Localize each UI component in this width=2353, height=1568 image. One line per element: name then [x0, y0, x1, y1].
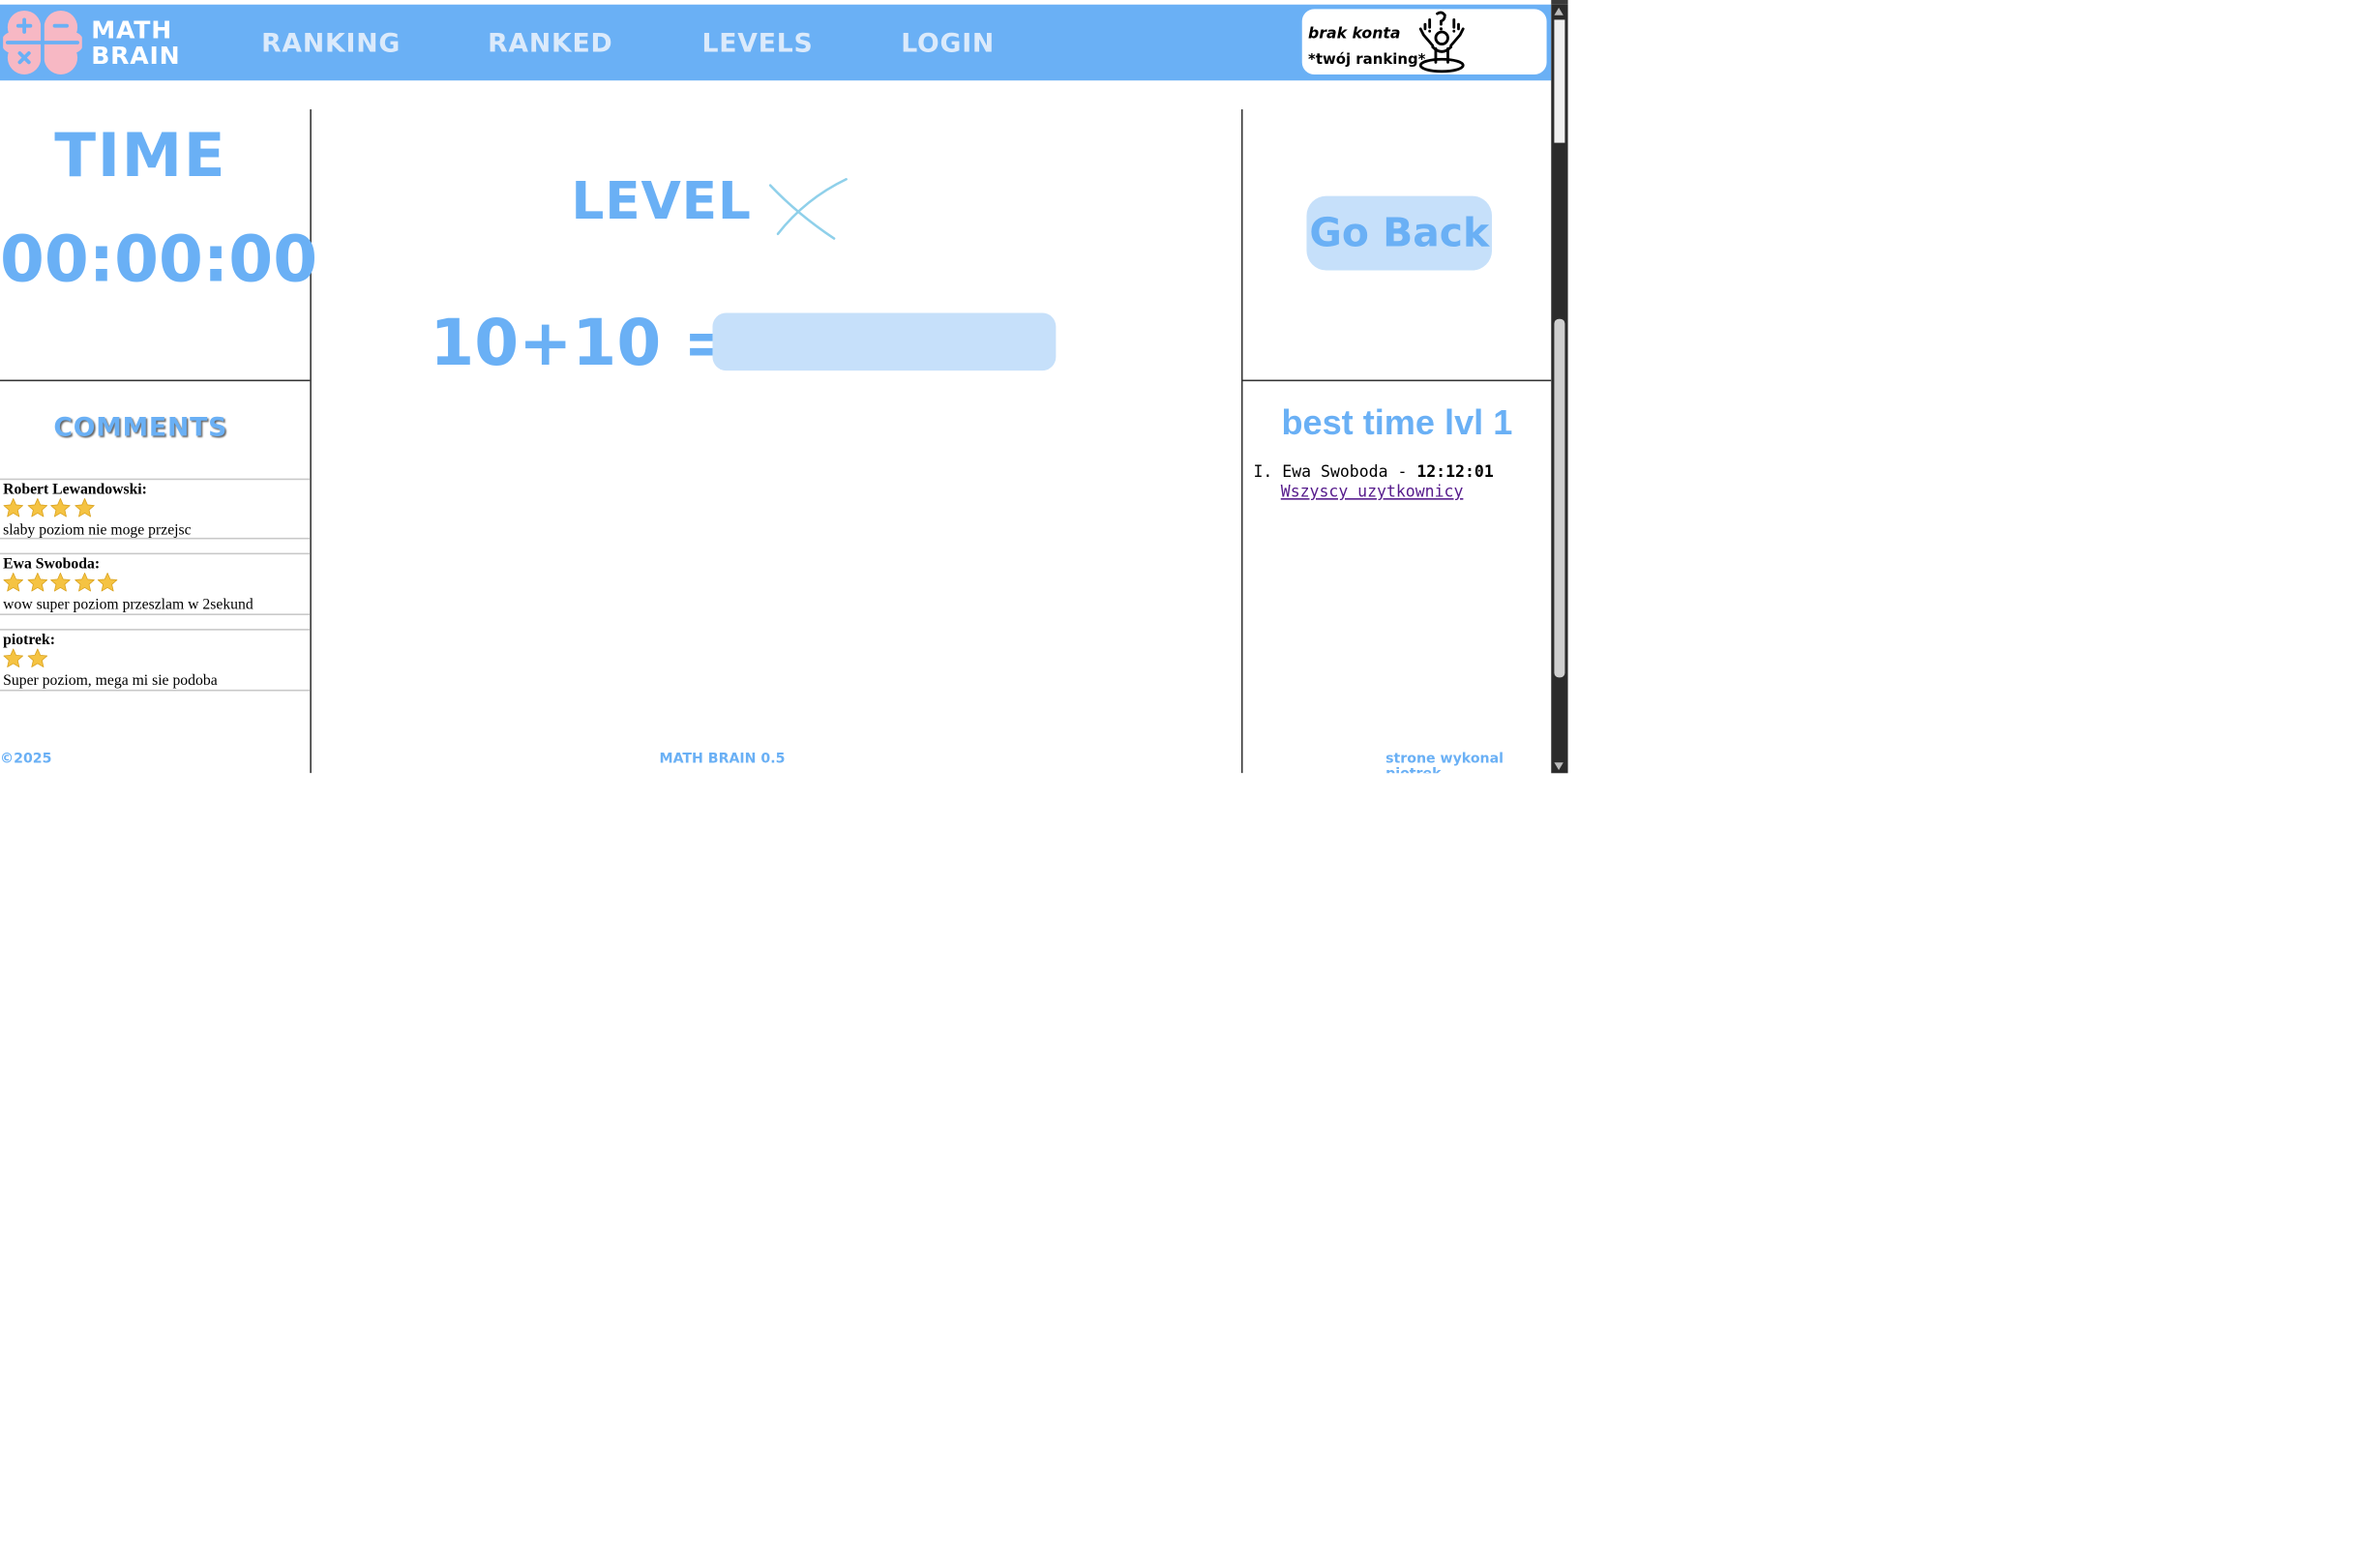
- comment-author: Robert Lewandowski:: [3, 481, 147, 499]
- equation-text: 10+10 =: [430, 305, 737, 380]
- account-status: brak konta: [1308, 25, 1401, 43]
- confused-person-icon: [1418, 11, 1465, 74]
- star-icon: [97, 573, 118, 592]
- navbar: MATH BRAIN RANKING RANKED LEVELS LOGIN b…: [0, 4, 1552, 81]
- answer-input[interactable]: [712, 312, 1057, 371]
- account-ranking-label: *twój ranking*: [1308, 51, 1426, 69]
- comment-item: piotrek: Super poziom, mega mi sie podob…: [0, 629, 311, 692]
- scrollbar-thumb[interactable]: [1554, 318, 1565, 678]
- comments-title: COMMENTS: [53, 413, 228, 444]
- footer-author: strone wykonal piotrek: [1385, 752, 1504, 773]
- page-viewport: MATH BRAIN RANKING RANKED LEVELS LOGIN b…: [0, 0, 1552, 774]
- nav-login[interactable]: LOGIN: [901, 29, 995, 59]
- rank-user: Ewa Swoboda: [1282, 462, 1388, 482]
- best-time-title: best time lvl 1: [1281, 402, 1513, 442]
- scroll-down-icon[interactable]: [1554, 762, 1564, 771]
- star-icon: [3, 573, 23, 592]
- logo-line-2: BRAIN: [91, 41, 181, 71]
- star-icon: [50, 573, 71, 592]
- star-icon: [3, 498, 23, 518]
- list-item: I. Ewa Swoboda - 12:12:01: [1253, 463, 1493, 483]
- account-box[interactable]: brak konta *twój ranking*: [1301, 9, 1547, 74]
- comment-item: Robert Lewandowski: slaby poziom nie mog…: [0, 478, 311, 540]
- comment-rating: [2, 647, 49, 670]
- star-icon: [74, 573, 94, 592]
- level-label: LEVEL: [571, 171, 752, 233]
- comment-author: piotrek:: [3, 632, 55, 649]
- star-icon: [26, 648, 47, 667]
- stage: MATH BRAIN RANKING RANKED LEVELS LOGIN b…: [0, 0, 1568, 1568]
- x-mark-icon: [768, 178, 848, 240]
- rank-number: I.: [1253, 462, 1273, 482]
- best-time-list: I. Ewa Swoboda - 12:12:01 Wszyscy uzytko…: [1253, 463, 1493, 503]
- rank-separator: -: [1397, 462, 1408, 482]
- footer-version: MATH BRAIN 0.5: [659, 752, 786, 768]
- timer-value: 00:00:00: [0, 222, 318, 297]
- footer-copyright: ©2025: [0, 752, 52, 768]
- nav-levels[interactable]: LEVELS: [701, 29, 813, 59]
- page-scrollbar[interactable]: [1551, 4, 1568, 774]
- timer-title: TIME: [54, 121, 227, 192]
- comment-text: Super poziom, mega mi sie podoba: [3, 672, 218, 690]
- scrollbar-track[interactable]: [1554, 19, 1565, 143]
- divider-left: [310, 109, 312, 774]
- logo-line-1: MATH: [91, 15, 173, 44]
- star-icon: [26, 498, 47, 518]
- comment-author: Ewa Swoboda:: [3, 555, 101, 574]
- star-icon: [3, 648, 23, 667]
- go-back-button[interactable]: Go Back: [1306, 195, 1493, 271]
- divider-right-horizontal: [1242, 379, 1552, 382]
- comment-text: slaby poziom nie moge przejsc: [3, 522, 192, 540]
- rank-time: 12:12:01: [1416, 462, 1494, 482]
- star-icon: [50, 498, 71, 518]
- comment-item: Ewa Swoboda: wow super poziom przeszlam …: [0, 552, 311, 615]
- scroll-up-icon[interactable]: [1554, 7, 1564, 15]
- logo-text[interactable]: MATH BRAIN: [91, 16, 180, 68]
- star-icon: [74, 498, 94, 518]
- nav-ranking[interactable]: RANKING: [261, 29, 401, 59]
- comment-rating: [2, 496, 96, 519]
- star-icon: [26, 573, 47, 592]
- all-users-link[interactable]: Wszyscy uzytkownicy: [1281, 483, 1494, 502]
- comment-rating: [2, 571, 120, 594]
- comment-text: wow super poziom przeszlam w 2sekund: [3, 597, 253, 614]
- divider-left-horizontal: [0, 379, 311, 382]
- nav-ranked[interactable]: RANKED: [488, 29, 612, 59]
- brain-logo-icon[interactable]: [3, 8, 82, 77]
